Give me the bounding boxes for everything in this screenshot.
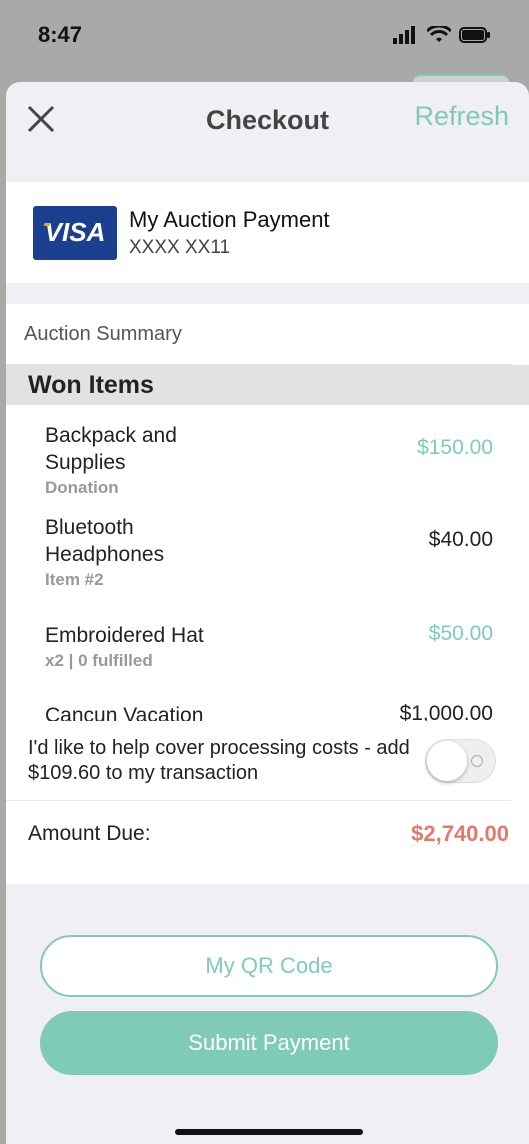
- toggle-off-icon: [471, 754, 483, 767]
- payment-method[interactable]: VISA My Auction Payment XXXX XX11: [6, 182, 529, 283]
- status-bar: 8:47: [0, 0, 529, 70]
- item-price: $50.00: [428, 622, 493, 645]
- status-time: 8:47: [38, 22, 83, 47]
- amount-due-value: $2,740.00: [411, 821, 509, 846]
- payment-name: My Auction Payment: [129, 206, 330, 232]
- item-name: Backpack and Supplies: [45, 424, 177, 474]
- item-sub: Donation: [45, 478, 119, 497]
- list-item[interactable]: Bluetooth Headphones Item #2 $40.00: [6, 514, 529, 622]
- amount-due-label: Amount Due:: [28, 822, 151, 845]
- amount-due-row: Amount Due: $2,740.00: [6, 801, 529, 867]
- visa-card-icon: VISA: [33, 205, 117, 260]
- item-name: Cancun Vacation: [45, 704, 204, 721]
- status-icons: [393, 26, 491, 44]
- card-number: XXXX XX11: [129, 236, 231, 258]
- list-item[interactable]: Backpack and Supplies Donation $150.00: [6, 405, 529, 514]
- item-sub: x2 | 0 fulfilled: [45, 651, 153, 670]
- item-price: $1,000.00: [399, 702, 493, 721]
- page-title: Checkout: [205, 104, 330, 135]
- item-price: $40.00: [428, 528, 493, 551]
- auction-summary: Auction Summary Won Items Backpack and S…: [6, 304, 529, 884]
- processing-costs-row: I'd like to help cover processing costs …: [6, 721, 511, 801]
- payment-details: My Auction Payment XXXX XX11: [129, 207, 330, 259]
- item-price: $150.00: [417, 436, 493, 459]
- my-qr-code-button[interactable]: My QR Code: [40, 935, 498, 997]
- submit-payment-button[interactable]: Submit Payment: [40, 1011, 498, 1075]
- item-name: Bluetooth Headphones: [45, 516, 165, 566]
- won-items-list[interactable]: Backpack and Supplies Donation $150.00 B…: [6, 405, 529, 721]
- processing-costs-toggle[interactable]: [424, 738, 496, 783]
- toggle-knob: [426, 740, 467, 781]
- item-name: Embroidered Hat: [45, 624, 204, 647]
- won-items-header: Won Items: [6, 365, 529, 405]
- signal-icon: [393, 26, 415, 44]
- wifi-icon: [427, 26, 451, 42]
- checkout-sheet: Checkout Refresh VISA My Auction Payment…: [6, 82, 529, 1144]
- home-indicator[interactable]: [175, 1129, 363, 1135]
- nav-bar: Checkout Refresh: [6, 82, 529, 182]
- close-icon[interactable]: [26, 104, 56, 134]
- summary-label: Auction Summary: [6, 304, 511, 365]
- list-item[interactable]: Embroidered Hat x2 | 0 fulfilled $50.00: [6, 622, 529, 702]
- battery-icon: [459, 27, 490, 43]
- list-item[interactable]: Cancun Vacation $1,000.00: [6, 702, 529, 721]
- refresh-button[interactable]: Refresh: [414, 101, 509, 132]
- processing-costs-text: I'd like to help cover processing costs …: [28, 736, 410, 784]
- item-sub: Item #2: [45, 570, 104, 589]
